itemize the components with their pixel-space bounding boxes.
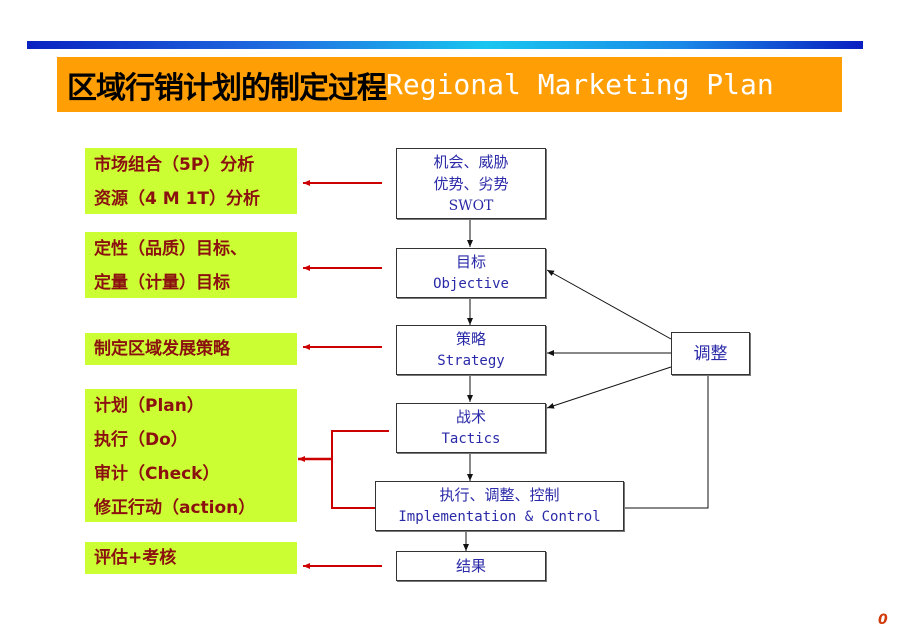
page-number: 0	[878, 612, 888, 628]
swot-line2: 优势、劣势	[433, 174, 509, 193]
tactics-en: Tactics	[441, 431, 501, 447]
strategy-en: Strategy	[437, 353, 505, 369]
flow-box-adjust: 调整	[671, 332, 750, 375]
flow-box-tactics: 战术 Tactics	[396, 403, 546, 453]
flow-box-swot: 机会、威胁 优势、劣势 SWOT	[396, 148, 546, 219]
flow-box-result: 结果	[396, 551, 546, 581]
flow-box-strategy: 策略 Strategy	[396, 325, 546, 375]
flow-box-implementation: 执行、调整、控制 Implementation & Control	[375, 481, 624, 531]
objective-en: Objective	[433, 276, 509, 292]
tactics-cn: 战术	[455, 408, 486, 426]
adjust-cn: 调整	[693, 343, 728, 364]
arrow-adjust-objective	[546, 269, 672, 340]
flow-box-objective: 目标 Objective	[396, 248, 546, 298]
strategy-cn: 策略	[455, 330, 486, 348]
result-cn: 结果	[455, 557, 486, 575]
arrow-adjust-tactics	[546, 366, 672, 409]
line-implementation-adjust	[624, 374, 709, 509]
implementation-en: Implementation & Control	[398, 509, 601, 525]
objective-cn: 目标	[455, 253, 486, 271]
implementation-cn: 执行、调整、控制	[439, 486, 560, 504]
connector-lines	[298, 180, 709, 569]
swot-line3: SWOT	[448, 197, 494, 214]
swot-line1: 机会、威胁	[433, 152, 509, 171]
